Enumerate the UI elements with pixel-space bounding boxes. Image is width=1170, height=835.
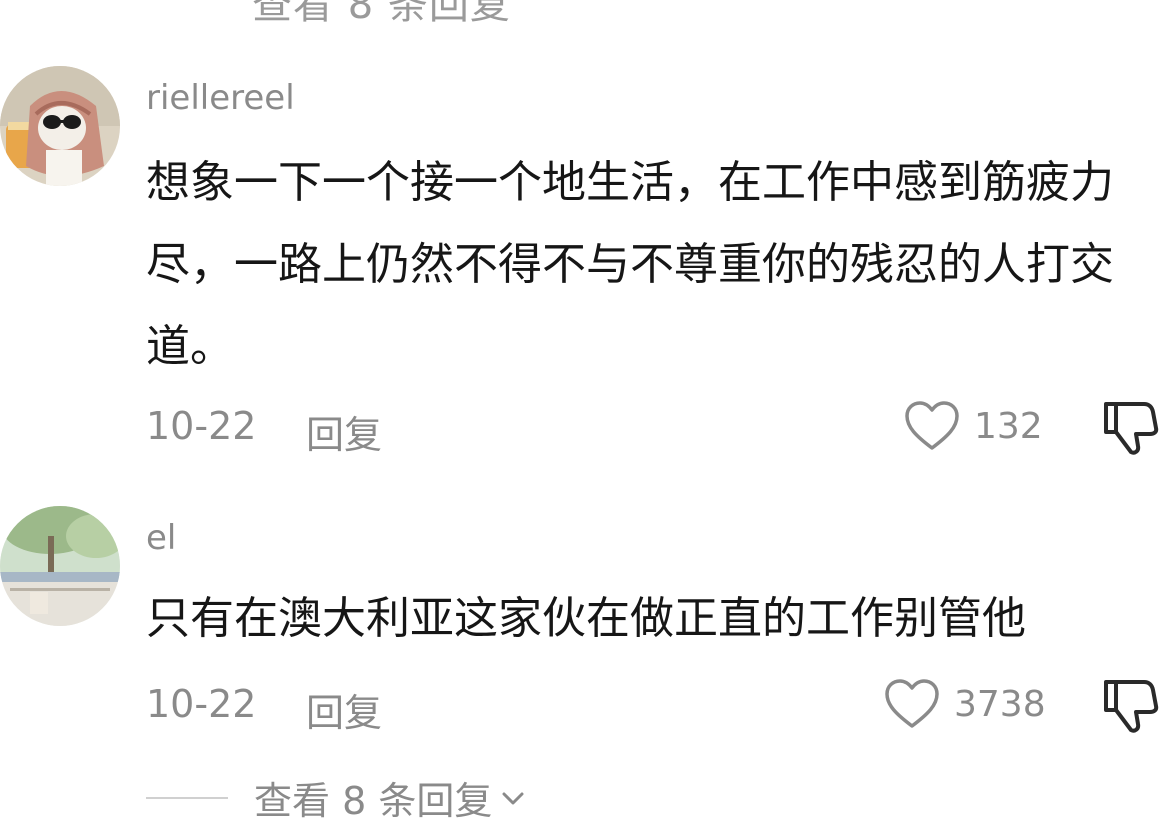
thumbs-down-icon [1104, 402, 1159, 455]
comment-username[interactable]: riellereel [146, 78, 295, 118]
avatar[interactable] [0, 506, 120, 626]
dislike-button[interactable] [1100, 398, 1160, 458]
like-count: 132 [974, 405, 1043, 447]
view-replies-label: 查看 8 条回复 [254, 779, 493, 823]
view-replies-link-clipped[interactable]: 查看 8 条回复 [252, 0, 511, 30]
dislike-button[interactable] [1100, 676, 1160, 736]
reply-button[interactable]: 回复 [306, 682, 382, 737]
like-button[interactable]: 3738 [884, 678, 1046, 730]
like-count: 3738 [954, 683, 1046, 725]
comment-username[interactable]: el [146, 518, 176, 558]
comment-date: 10-22 [146, 404, 257, 448]
divider [146, 796, 228, 799]
reply-button[interactable]: 回复 [306, 404, 382, 459]
cat-with-sunglasses-avatar [0, 66, 120, 186]
chevron-down-icon [502, 792, 524, 804]
avatar[interactable] [0, 66, 120, 186]
comment-date: 10-22 [146, 682, 257, 726]
like-button[interactable]: 132 [904, 400, 1043, 452]
heart-icon [885, 679, 939, 728]
comment-text: 只有在澳大利亚这家伙在做正直的工作别管他 [146, 593, 1026, 644]
heart-icon [905, 401, 959, 450]
view-replies-link[interactable]: 查看 8 条回复 [146, 770, 528, 825]
landscape-tree-avatar [0, 506, 120, 626]
comment-text: 想象一下一个接一个地生活，在工作中感到筋疲力尽，一路上仍然不得不与不尊重你的残忍… [146, 157, 1114, 372]
thumbs-down-icon [1104, 680, 1159, 733]
